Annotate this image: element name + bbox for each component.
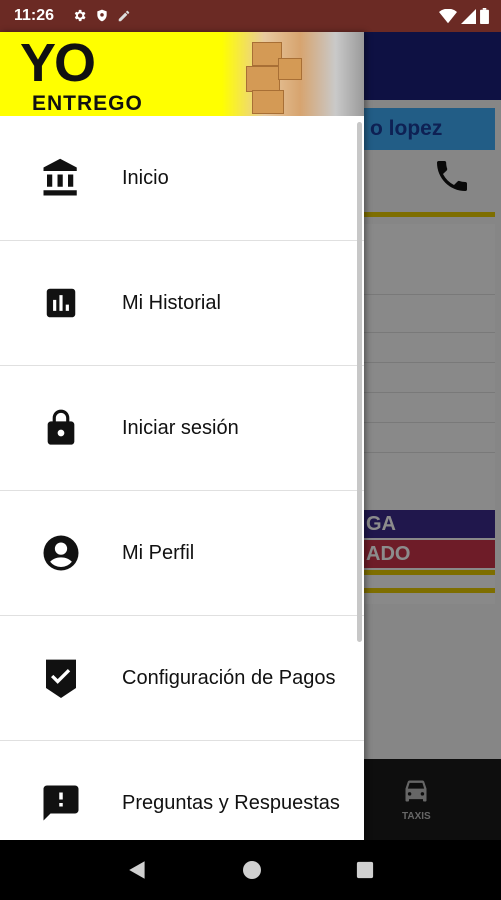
gear-icon [74, 9, 86, 22]
account-circle-icon [40, 532, 82, 574]
shield-icon [97, 9, 107, 22]
system-nav-bar [0, 840, 501, 900]
home-icon[interactable] [242, 860, 262, 880]
menu-item-preguntas[interactable]: Preguntas y Respuestas [0, 741, 364, 840]
logo-entrego: ENTREGO [32, 92, 143, 115]
status-bar: 11:26 [0, 0, 501, 32]
status-time: 11:26 [14, 7, 55, 24]
logo-yo: YO [20, 33, 96, 93]
bar-chart-icon [40, 282, 82, 324]
menu-label: Preguntas y Respuestas [122, 791, 340, 814]
menu-label: Mi Perfil [122, 541, 195, 564]
menu-item-configuracion-pagos[interactable]: Configuración de Pagos [0, 616, 364, 741]
verified-shield-icon [40, 657, 82, 699]
back-icon[interactable] [127, 859, 149, 881]
drawer-header: YO ENTREGO [0, 32, 364, 116]
wifi-icon [439, 8, 457, 23]
bank-icon [40, 157, 82, 199]
menu-item-historial[interactable]: Mi Historial [0, 241, 364, 366]
menu-label: Iniciar sesión [122, 416, 239, 439]
battery-icon [480, 8, 489, 24]
menu-item-perfil[interactable]: Mi Perfil [0, 491, 364, 616]
menu-item-iniciar-sesion[interactable]: Iniciar sesión [0, 366, 364, 491]
recents-icon[interactable] [356, 861, 374, 879]
lock-icon [40, 407, 82, 449]
navigation-drawer: YO ENTREGO Inicio Mi Historial Iniciar s… [0, 32, 364, 840]
delivery-boxes-image [222, 32, 364, 116]
menu-item-inicio[interactable]: Inicio [0, 116, 364, 241]
signal-icon [461, 8, 476, 24]
menu-label: Configuración de Pagos [122, 666, 336, 689]
menu-label: Mi Historial [122, 291, 221, 314]
drawer-scrollbar[interactable] [357, 122, 362, 642]
pen-icon [118, 10, 130, 21]
menu-label: Inicio [122, 166, 169, 189]
feedback-icon [40, 782, 82, 824]
